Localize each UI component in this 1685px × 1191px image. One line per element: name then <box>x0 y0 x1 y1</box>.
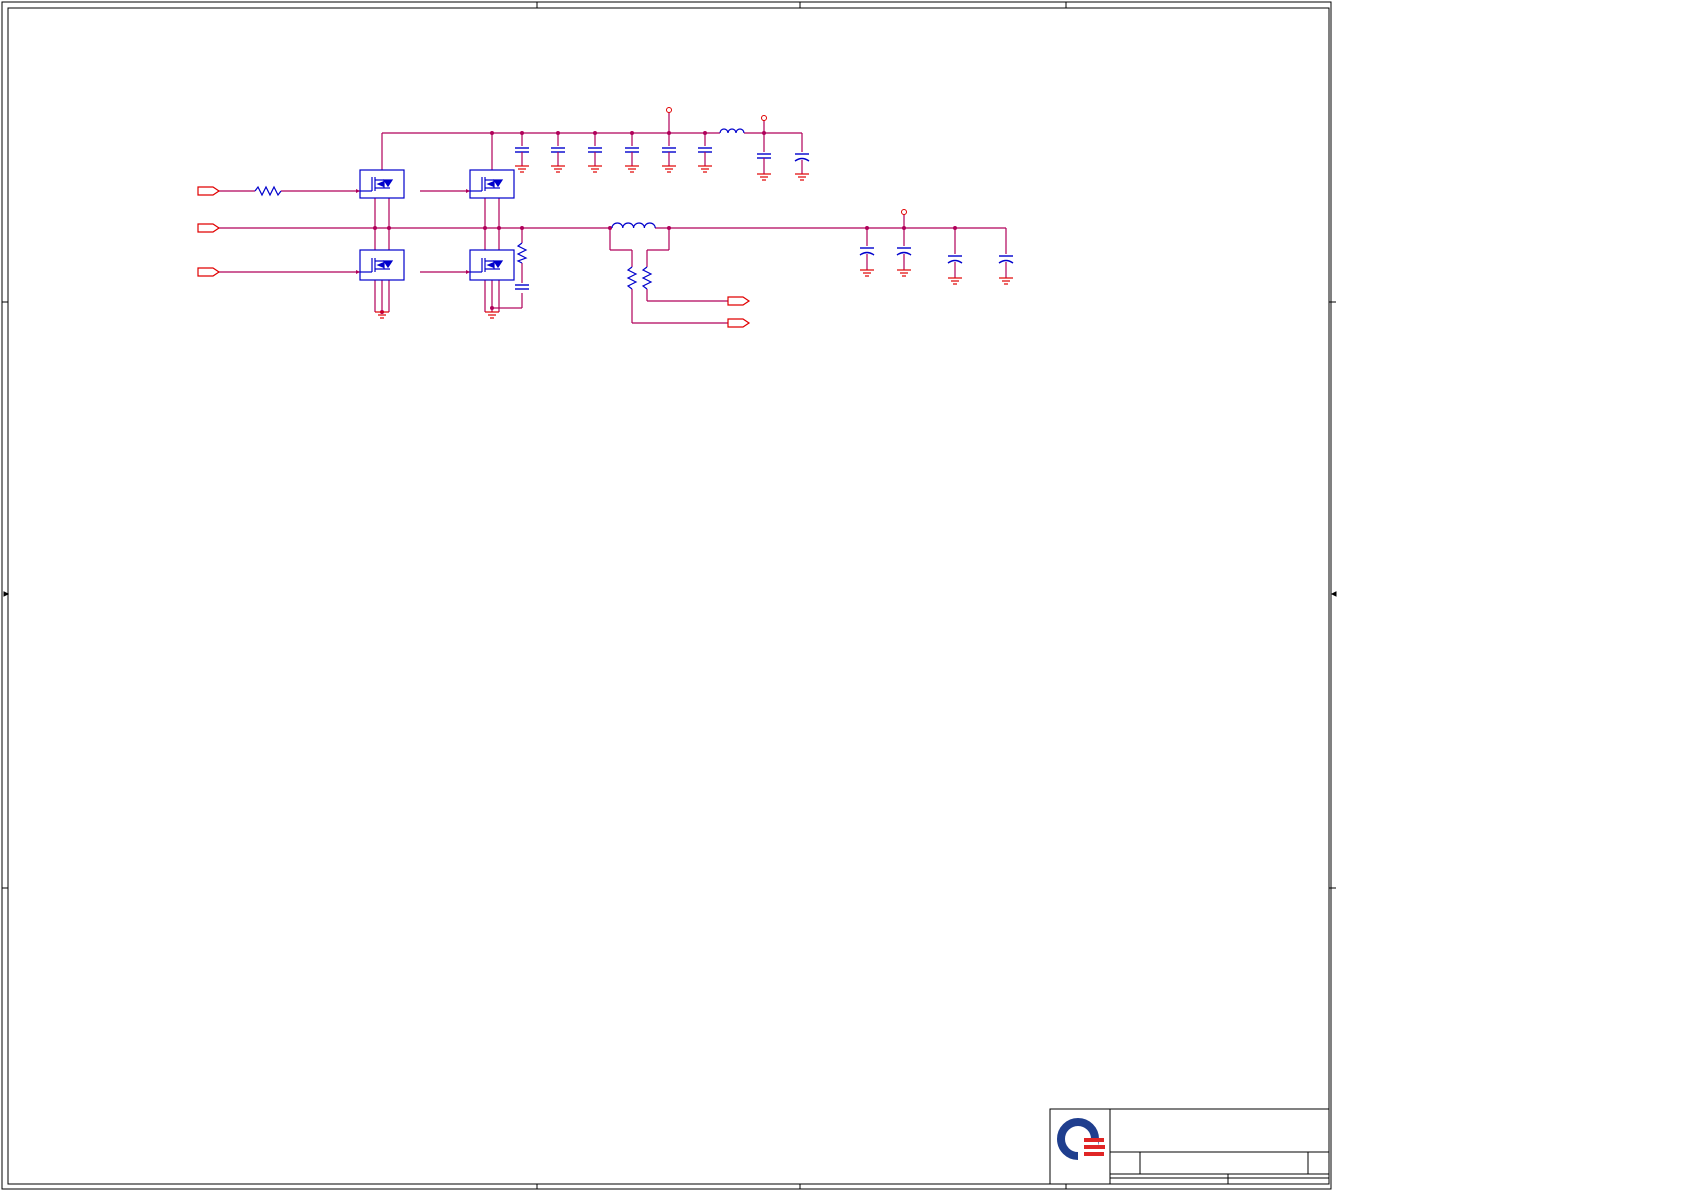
junctions <box>373 131 957 314</box>
mosfet-high-2 <box>469 169 515 199</box>
connector-phase <box>197 223 221 233</box>
polarized-capacitor <box>998 255 1014 264</box>
connector-sense-b <box>727 318 751 328</box>
ground-icon <box>795 173 809 181</box>
capacitor <box>551 147 565 153</box>
ground-icon <box>588 165 602 173</box>
sense-resistor-a <box>626 266 638 290</box>
test-points <box>666 107 907 215</box>
input-inductor <box>719 128 745 134</box>
capacitor <box>588 147 602 153</box>
ground-icon <box>515 165 529 173</box>
ground-icon <box>860 269 874 277</box>
output-inductor <box>611 222 656 229</box>
ground-icon <box>551 165 565 173</box>
connector-sense-a <box>727 296 751 306</box>
ground-icon <box>662 165 676 173</box>
ground-icon <box>897 269 911 277</box>
ground-icon <box>948 277 962 285</box>
drawing-frame <box>1 1 1337 1190</box>
ground-icon <box>485 311 499 319</box>
mosfet-low-1 <box>359 249 405 281</box>
capacitor <box>757 153 771 159</box>
ground-icon <box>999 277 1013 285</box>
capacitor <box>515 147 529 153</box>
ground-icon <box>625 165 639 173</box>
company-logo <box>1057 1118 1105 1160</box>
polarized-capacitor <box>896 247 912 256</box>
connector-gate-high <box>197 186 221 196</box>
polarized-capacitor <box>947 255 963 264</box>
capacitor <box>698 147 712 153</box>
gate-resistor <box>254 185 282 197</box>
snubber-resistor <box>516 242 528 264</box>
connector-gate-low <box>197 267 221 277</box>
schematic-sheet <box>1 1 1337 1190</box>
resistors <box>254 185 653 290</box>
capacitor <box>662 147 676 153</box>
mosfet-low-2 <box>469 249 515 281</box>
polarized-capacitor <box>859 247 875 256</box>
test-point-vin <box>666 107 672 113</box>
ground-icon <box>698 165 712 173</box>
sense-resistor-b <box>641 266 653 290</box>
test-point-vin-filtered <box>761 115 767 121</box>
mosfet-high-1 <box>359 169 405 199</box>
capacitor <box>625 147 639 153</box>
wires <box>218 112 1007 324</box>
ground-icon <box>757 173 771 181</box>
polarized-capacitor <box>794 153 810 162</box>
test-point-vout <box>901 209 907 215</box>
mosfets <box>356 169 515 281</box>
snubber-capacitor <box>515 284 529 290</box>
